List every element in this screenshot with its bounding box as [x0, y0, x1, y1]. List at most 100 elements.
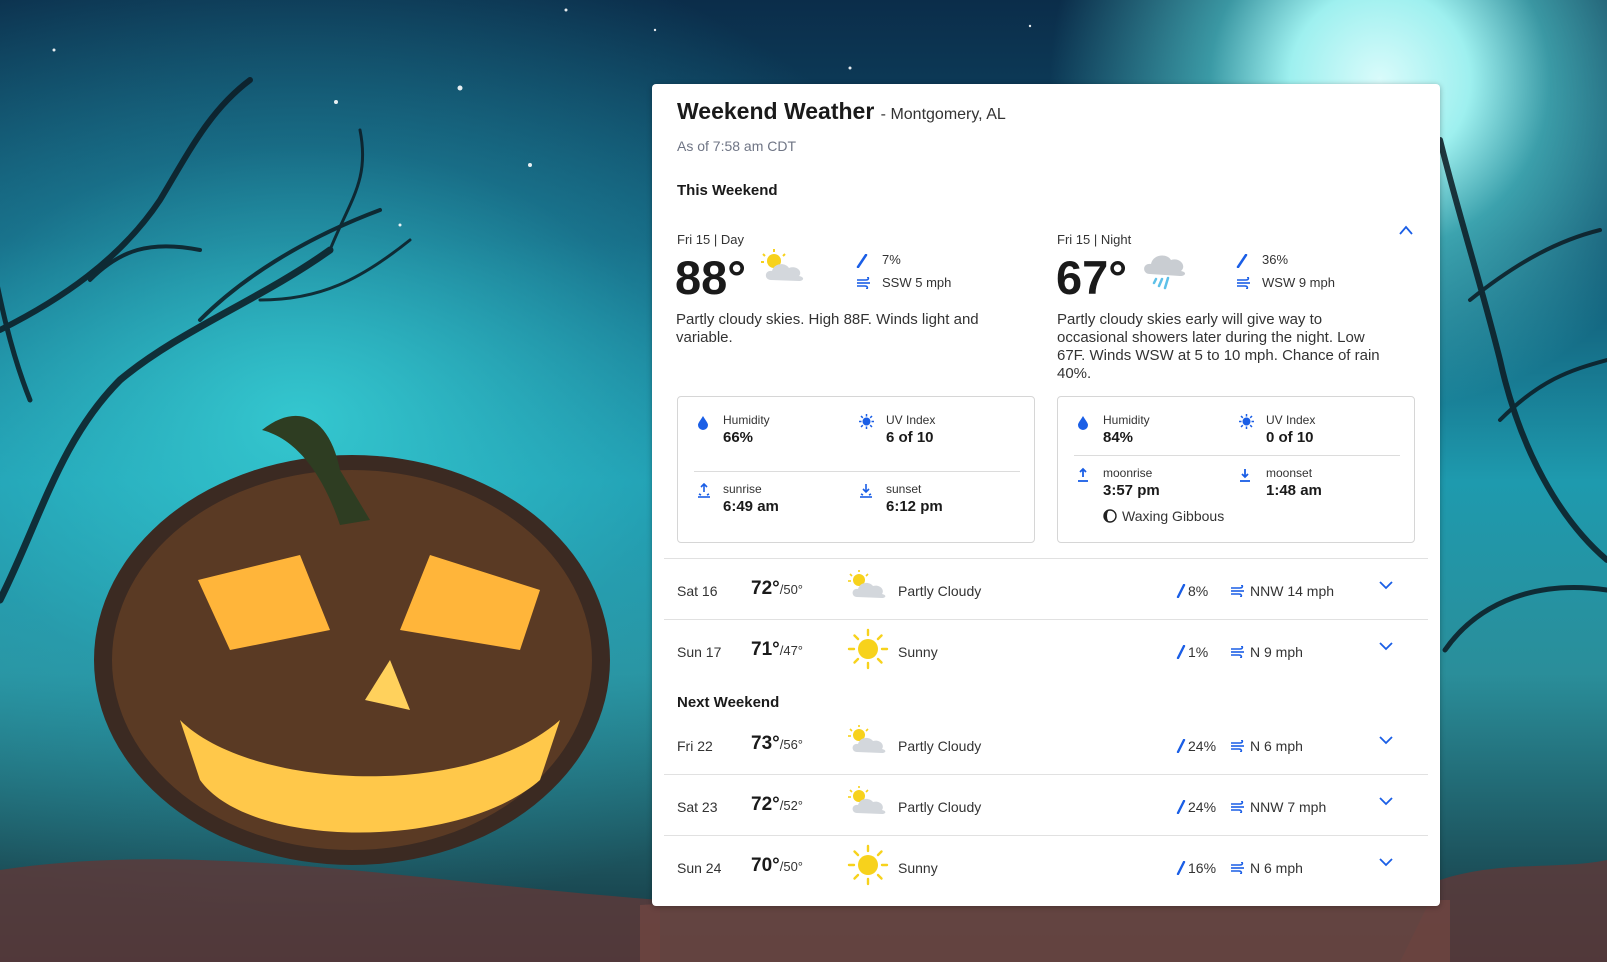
- section-this-weekend: This Weekend: [677, 182, 778, 199]
- moonset-icon: [1240, 469, 1250, 482]
- forecast-row-sat-23[interactable]: Sat 23 72°/52° Partly Cloudy 24% NNW 7 m…: [664, 774, 1428, 835]
- chevron-down-icon[interactable]: [1378, 579, 1394, 591]
- location-label: - Montgomery, AL: [880, 106, 1006, 123]
- night-humidity-value: 84%: [1103, 429, 1134, 446]
- precip-icon: [1176, 800, 1186, 814]
- partly-cloudy-icon: [761, 249, 804, 281]
- day-details-panel: Humidity 66% UV Index 6 of 10 sunrise 6:…: [677, 396, 1035, 543]
- row-date: Sun 17: [677, 644, 722, 660]
- row-phrase: Partly Cloudy: [898, 799, 982, 815]
- sunrise-value: 6:49 am: [723, 498, 779, 515]
- night-date: Fri 15: [1057, 232, 1091, 247]
- row-date: Sat 23: [677, 799, 718, 815]
- chevron-down-icon[interactable]: [1378, 640, 1394, 652]
- row-wind: N 9 mph: [1250, 644, 1303, 660]
- details-divider: [1074, 455, 1400, 456]
- row-temps: 72°/52°: [751, 794, 803, 816]
- partly-cloudy-icon: [848, 570, 886, 598]
- night-period: | Night: [1093, 232, 1132, 247]
- moonrise-value: 3:57 pm: [1103, 482, 1160, 499]
- row-date: Sun 24: [677, 860, 722, 876]
- row-date: Fri 22: [677, 738, 713, 754]
- row-phrase: Sunny: [898, 644, 938, 660]
- as-of-timestamp: As of 7:58 am CDT: [677, 138, 797, 154]
- day-humidity-label: Humidity: [723, 413, 770, 427]
- precip-icon: [1236, 254, 1248, 268]
- chevron-down-icon[interactable]: [1378, 795, 1394, 807]
- waxing-gibbous-moon-icon: [1103, 509, 1117, 523]
- uv-index-icon: [1239, 414, 1254, 429]
- night-precip: 36%: [1262, 252, 1289, 267]
- row-temps: 71°/47°: [751, 639, 803, 661]
- row-precip: 16%: [1188, 860, 1217, 876]
- wind-icon: [857, 277, 870, 289]
- chevron-down-icon[interactable]: [1378, 856, 1394, 868]
- humidity-icon: [698, 416, 708, 430]
- row-high: 71°: [751, 639, 780, 660]
- sunrise-icon: [698, 483, 710, 498]
- humidity-icon: [1078, 416, 1088, 430]
- details-divider: [694, 471, 1020, 472]
- precip-icon: [1176, 861, 1186, 875]
- precip-icon: [1176, 584, 1186, 598]
- row-phrase: Partly Cloudy: [898, 583, 982, 599]
- sunset-label: sunset: [886, 482, 922, 496]
- night-wind: WSW 9 mph: [1262, 275, 1335, 290]
- forecast-row-sun-24[interactable]: Sun 24 70°/50° Sunny 16% N 6 mph: [664, 835, 1428, 896]
- section-next-weekend: Next Weekend: [677, 694, 780, 711]
- wind-icon: [1231, 740, 1244, 752]
- row-low: /47°: [779, 643, 804, 658]
- row-high: 73°: [751, 733, 780, 754]
- night-uv-value: 0 of 10: [1266, 429, 1314, 446]
- day-period-label: Fri 15 | Day: [677, 232, 744, 247]
- row-low: /50°: [779, 859, 804, 874]
- forecast-row-sat-16[interactable]: Sat 16 72°/50° Partly Cloudy 8% NNW 14 m…: [664, 558, 1428, 619]
- wind-icon: [1231, 646, 1244, 658]
- row-precip: 1%: [1188, 644, 1209, 660]
- moonset-value: 1:48 am: [1266, 482, 1322, 499]
- row-low: /56°: [779, 737, 804, 752]
- row-wind: NNW 7 mph: [1250, 799, 1327, 815]
- row-low: /52°: [779, 798, 804, 813]
- row-temps: 72°/50°: [751, 578, 803, 600]
- row-wind: N 6 mph: [1250, 860, 1303, 876]
- row-precip: 24%: [1188, 799, 1217, 815]
- weekend-weather-card: Weekend Weather - Montgomery, AL As of 7…: [652, 84, 1440, 906]
- day-uv-label: UV Index: [886, 413, 936, 427]
- wind-icon: [1231, 862, 1244, 874]
- day-uv-value: 6 of 10: [886, 429, 934, 446]
- precip-icon: [856, 254, 868, 268]
- sunny-icon: [847, 628, 889, 670]
- row-high: 72°: [751, 794, 780, 815]
- row-high: 70°: [751, 855, 780, 876]
- sunny-icon: [847, 844, 889, 886]
- card-title: Weekend Weather - Montgomery, AL: [677, 98, 1006, 125]
- forecast-row-sun-17[interactable]: Sun 17 71°/47° Sunny 1% N 9 mph: [664, 619, 1428, 680]
- row-precip: 8%: [1188, 583, 1209, 599]
- chevron-down-icon[interactable]: [1378, 734, 1394, 746]
- night-temperature: 67°: [1056, 251, 1128, 304]
- day-precip: 7%: [882, 252, 901, 267]
- uv-index-icon: [859, 414, 874, 429]
- day-temperature: 88°: [675, 251, 747, 304]
- row-precip: 24%: [1188, 738, 1217, 754]
- precip-icon: [1176, 739, 1186, 753]
- day-description: Partly cloudy skies. High 88F. Winds lig…: [676, 311, 979, 346]
- day-date: Fri 15: [677, 232, 711, 247]
- moon-phase: Waxing Gibbous: [1122, 508, 1225, 524]
- night-showers-icon: [1144, 255, 1186, 290]
- wind-icon: [1237, 277, 1250, 289]
- row-wind: N 6 mph: [1250, 738, 1303, 754]
- partly-cloudy-icon: [848, 786, 886, 814]
- partly-cloudy-icon: [848, 725, 886, 753]
- row-temps: 70°/50°: [751, 855, 803, 877]
- row-date: Sat 16: [677, 583, 718, 599]
- row-wind: NNW 14 mph: [1250, 583, 1335, 599]
- night-humidity-label: Humidity: [1103, 413, 1150, 427]
- row-low: /50°: [779, 582, 804, 597]
- forecast-row-fri-22[interactable]: Fri 22 73°/56° Partly Cloudy 24% N 6 mph: [664, 714, 1428, 774]
- night-uv-label: UV Index: [1266, 413, 1316, 427]
- collapse-chevron-up-icon[interactable]: [1398, 224, 1414, 236]
- sunset-icon: [860, 484, 872, 498]
- wind-icon: [1231, 801, 1244, 813]
